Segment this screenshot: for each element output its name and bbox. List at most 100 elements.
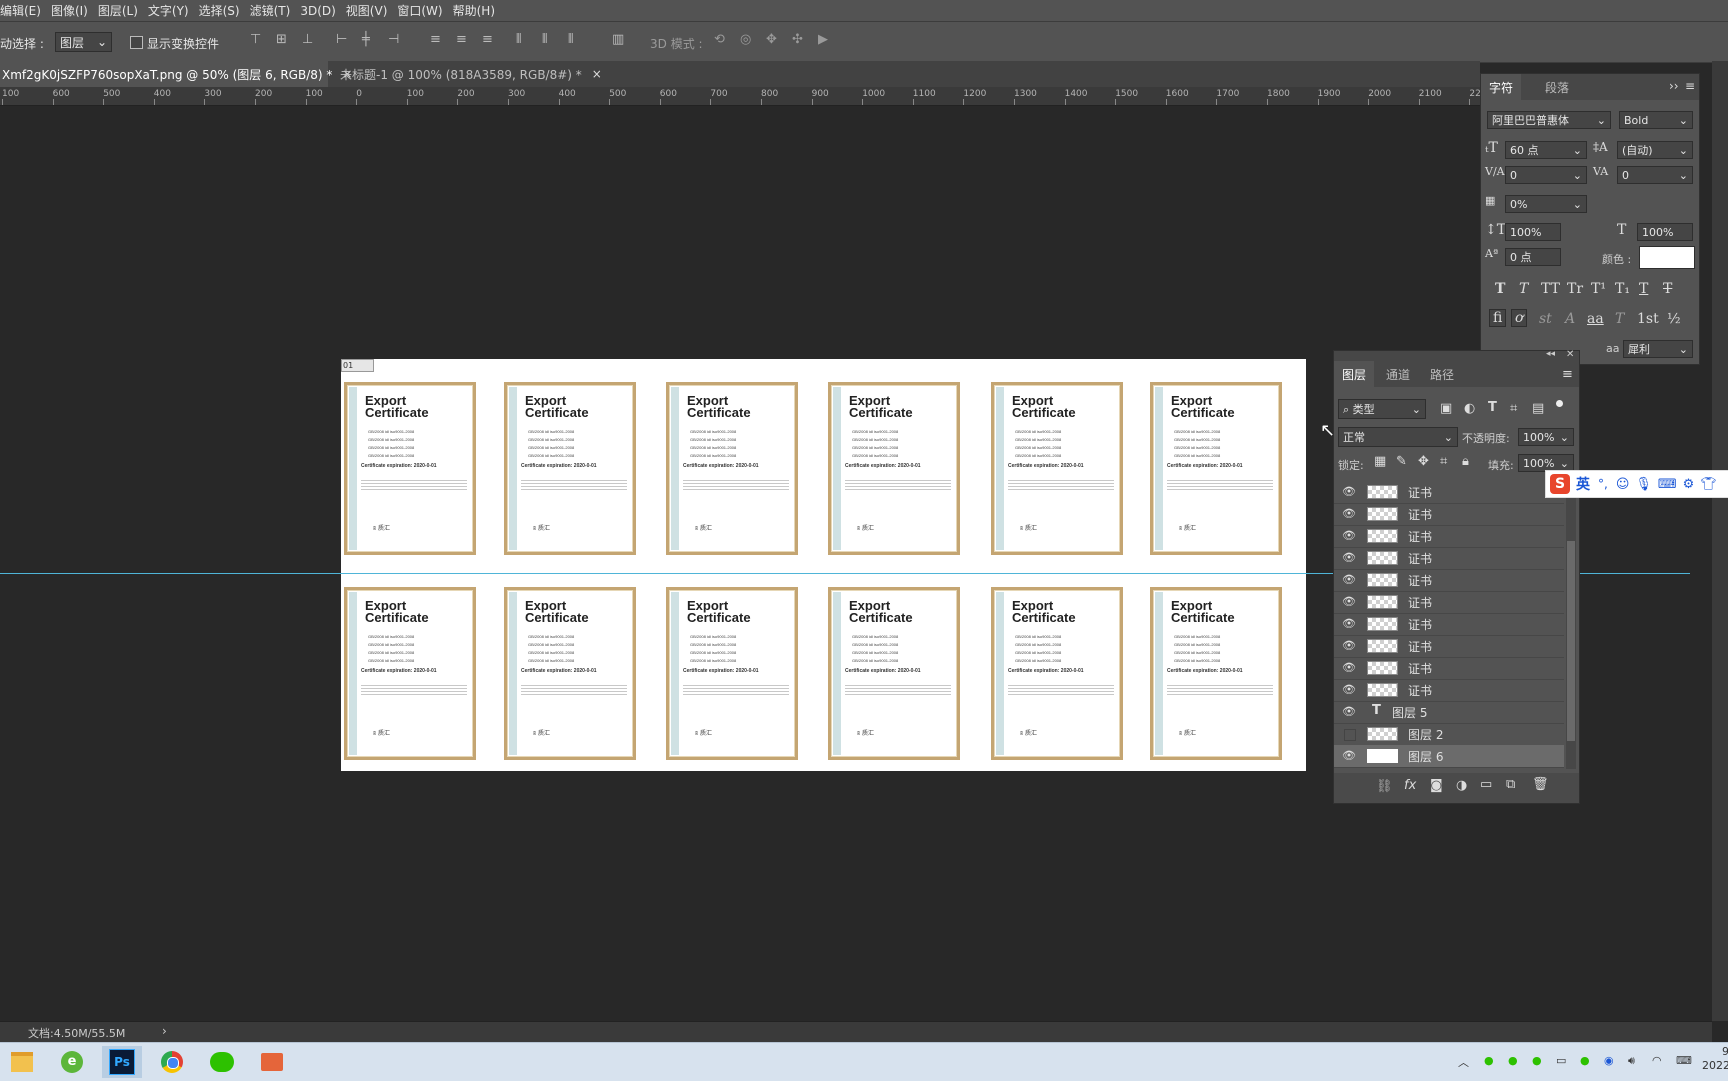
strikethrough-icon[interactable]: T bbox=[1663, 281, 1672, 297]
layer-row[interactable]: 👁︎ 证书 bbox=[1334, 591, 1564, 614]
menu-type[interactable]: 文字(Y) bbox=[148, 2, 199, 19]
tab-document-1[interactable]: Xmf2gK0jSZFP760sopXaT.png @ 50% (图层 6, R… bbox=[0, 61, 352, 87]
eye-icon[interactable]: 👁︎ bbox=[1342, 551, 1356, 565]
ordinals-icon[interactable]: 1st bbox=[1637, 311, 1659, 327]
filter-smart-object-icon[interactable]: ▤ bbox=[1532, 401, 1544, 416]
show-transform-checkbox[interactable] bbox=[130, 36, 143, 49]
eye-icon[interactable]: 👁︎ bbox=[1342, 661, 1356, 675]
eye-icon[interactable]: 👁︎ bbox=[1342, 529, 1356, 543]
menu-window[interactable]: 窗口(W) bbox=[397, 2, 452, 19]
keyboard-icon[interactable]: ⌨ bbox=[1658, 477, 1677, 492]
visibility-box[interactable] bbox=[1344, 729, 1356, 741]
layer-row[interactable]: 👁︎ 证书 bbox=[1334, 635, 1564, 658]
auto-align-icon[interactable]: ▥ bbox=[612, 32, 624, 47]
align-vcenter-icon[interactable]: ⊞ bbox=[276, 32, 287, 47]
layer-filter-select[interactable]: ⌕ 类型 ⌄ bbox=[1338, 399, 1426, 419]
tab-paragraph[interactable]: 段落 bbox=[1537, 74, 1577, 100]
distribute-bottom-icon[interactable]: ≡ bbox=[482, 32, 493, 47]
wechat-tray-icon[interactable]: ● bbox=[1580, 1054, 1590, 1067]
layer-row[interactable]: 👁︎ 证书 bbox=[1334, 569, 1564, 592]
volume-icon[interactable]: 🔊︎ bbox=[1628, 1054, 1635, 1068]
eye-icon[interactable]: 👁︎ bbox=[1342, 639, 1356, 653]
delete-layer-icon[interactable]: 🗑︎ bbox=[1532, 777, 1549, 792]
rotate-3d-icon[interactable]: ⟲ bbox=[714, 32, 725, 47]
layer-name[interactable]: 证书 bbox=[1408, 682, 1432, 699]
layer-row[interactable]: 👁︎ 图层 6 bbox=[1334, 745, 1564, 768]
scale-3d-icon[interactable]: ▶ bbox=[818, 32, 828, 47]
distribute-hcenter-icon[interactable]: ⫴ bbox=[542, 32, 547, 47]
eye-icon[interactable]: 👁︎ bbox=[1342, 705, 1356, 719]
layer-name[interactable]: 证书 bbox=[1408, 550, 1432, 567]
menu-select[interactable]: 选择(S) bbox=[199, 2, 250, 19]
filter-type-icon[interactable]: T bbox=[1488, 400, 1497, 415]
auto-select-dropdown[interactable]: 图层 ⌄ bbox=[55, 32, 112, 52]
tracking-field[interactable]: 0 ⌄ bbox=[1617, 166, 1693, 184]
align-left-icon[interactable]: ⊢ bbox=[336, 32, 347, 47]
subscript-icon[interactable]: T₁ bbox=[1615, 281, 1630, 297]
skin-icon[interactable]: 👕︎ bbox=[1700, 477, 1717, 492]
lock-artboard-icon[interactable]: ⌗ bbox=[1440, 454, 1447, 469]
collapse-panel-icon[interactable]: ›› bbox=[1669, 79, 1679, 93]
filter-toggle-icon[interactable] bbox=[1556, 400, 1563, 407]
filter-pixel-icon[interactable]: ▣ bbox=[1440, 401, 1452, 416]
align-hcenter-icon[interactable]: ╪ bbox=[362, 32, 370, 47]
tab-paths[interactable]: 路径 bbox=[1422, 361, 1462, 387]
close-icon[interactable]: × bbox=[592, 67, 602, 81]
lock-position-icon[interactable]: ✥ bbox=[1418, 454, 1429, 469]
wechat-tray-icon[interactable]: ● bbox=[1532, 1054, 1542, 1067]
align-right-icon[interactable]: ⊣ bbox=[388, 32, 399, 47]
menu-3d[interactable]: 3D(D) bbox=[300, 4, 345, 18]
layer-row[interactable]: 👁︎ 证书 bbox=[1334, 547, 1564, 570]
layer-name[interactable]: 证书 bbox=[1408, 572, 1432, 589]
link-layers-icon[interactable]: ⛓︎ bbox=[1376, 779, 1393, 794]
eye-icon[interactable]: 👁︎ bbox=[1342, 573, 1356, 587]
layer-row[interactable]: 👁︎ T 图层 5 bbox=[1334, 701, 1564, 724]
menu-view[interactable]: 视图(V) bbox=[346, 2, 398, 19]
ime-language-toggle[interactable]: 英 bbox=[1576, 474, 1590, 494]
layer-name[interactable]: 证书 bbox=[1408, 506, 1432, 523]
wechat-icon[interactable] bbox=[202, 1046, 242, 1078]
eye-icon[interactable]: 👁︎ bbox=[1342, 683, 1356, 697]
layer-name[interactable]: 证书 bbox=[1408, 484, 1432, 501]
distribute-right-icon[interactable]: ⫴ bbox=[568, 32, 573, 47]
superscript-icon[interactable]: T¹ bbox=[1591, 281, 1606, 297]
presentation-app-icon[interactable] bbox=[252, 1046, 292, 1078]
slide-3d-icon[interactable]: ✣ bbox=[792, 32, 803, 47]
swash-icon[interactable]: A bbox=[1565, 311, 1575, 327]
layer-name[interactable]: 证书 bbox=[1408, 528, 1432, 545]
network-icon[interactable]: ◠ bbox=[1652, 1054, 1662, 1067]
text-color-swatch[interactable] bbox=[1639, 246, 1695, 269]
eye-icon[interactable]: 👁︎ bbox=[1342, 507, 1356, 521]
photoshop-icon[interactable]: Ps bbox=[102, 1046, 142, 1078]
old-style-icon[interactable]: ơ bbox=[1511, 309, 1528, 327]
font-family-select[interactable]: 阿里巴巴普惠体 ⌄ bbox=[1487, 111, 1611, 129]
titling-alternates-icon[interactable]: T bbox=[1615, 311, 1624, 327]
close-icon[interactable]: ✕ bbox=[1566, 349, 1574, 360]
menu-edit[interactable]: 编辑(E) bbox=[0, 2, 51, 19]
adjustment-layer-icon[interactable]: ◑ bbox=[1456, 778, 1467, 793]
emoji-icon[interactable]: ☺ bbox=[1616, 477, 1630, 492]
layer-row[interactable]: 👁︎ 证书 bbox=[1334, 679, 1564, 702]
layer-name[interactable]: 图层 6 bbox=[1408, 748, 1443, 765]
eye-icon[interactable]: 👁︎ bbox=[1342, 617, 1356, 631]
fractions-icon[interactable]: ½ bbox=[1667, 311, 1681, 327]
eye-icon[interactable]: 👁︎ bbox=[1342, 749, 1356, 763]
distribute-vcenter-icon[interactable]: ≡ bbox=[456, 32, 467, 47]
tray-expand-icon[interactable]: ︿ bbox=[1458, 1054, 1469, 1070]
anti-alias-select[interactable]: 犀利 ⌄ bbox=[1623, 340, 1693, 358]
tab-document-2[interactable]: 未标题-1 @ 100% (818A3589, RGB/8#) * × bbox=[334, 61, 602, 87]
opacity-field[interactable]: 100% ⌄ bbox=[1518, 428, 1574, 446]
layer-name[interactable]: 证书 bbox=[1408, 616, 1432, 633]
layer-row[interactable]: 👁︎ 证书 bbox=[1334, 613, 1564, 636]
microphone-icon[interactable]: 🎙︎ bbox=[1635, 477, 1652, 492]
layer-scrollbar[interactable] bbox=[1566, 481, 1576, 769]
tsume-field[interactable]: 0% ⌄ bbox=[1505, 195, 1587, 213]
fx-icon[interactable]: fx bbox=[1404, 778, 1416, 793]
eye-icon[interactable]: 👁︎ bbox=[1342, 485, 1356, 499]
security-icon[interactable]: ◉ bbox=[1604, 1054, 1614, 1067]
wechat-tray-icon[interactable]: ● bbox=[1508, 1054, 1518, 1067]
collapse-panel-icon[interactable]: ◂◂ bbox=[1546, 349, 1555, 359]
ime-punctuation-toggle[interactable]: °, bbox=[1598, 477, 1608, 491]
layer-name[interactable]: 图层 5 bbox=[1392, 704, 1427, 721]
layer-row[interactable]: 👁︎ 证书 bbox=[1334, 503, 1564, 526]
